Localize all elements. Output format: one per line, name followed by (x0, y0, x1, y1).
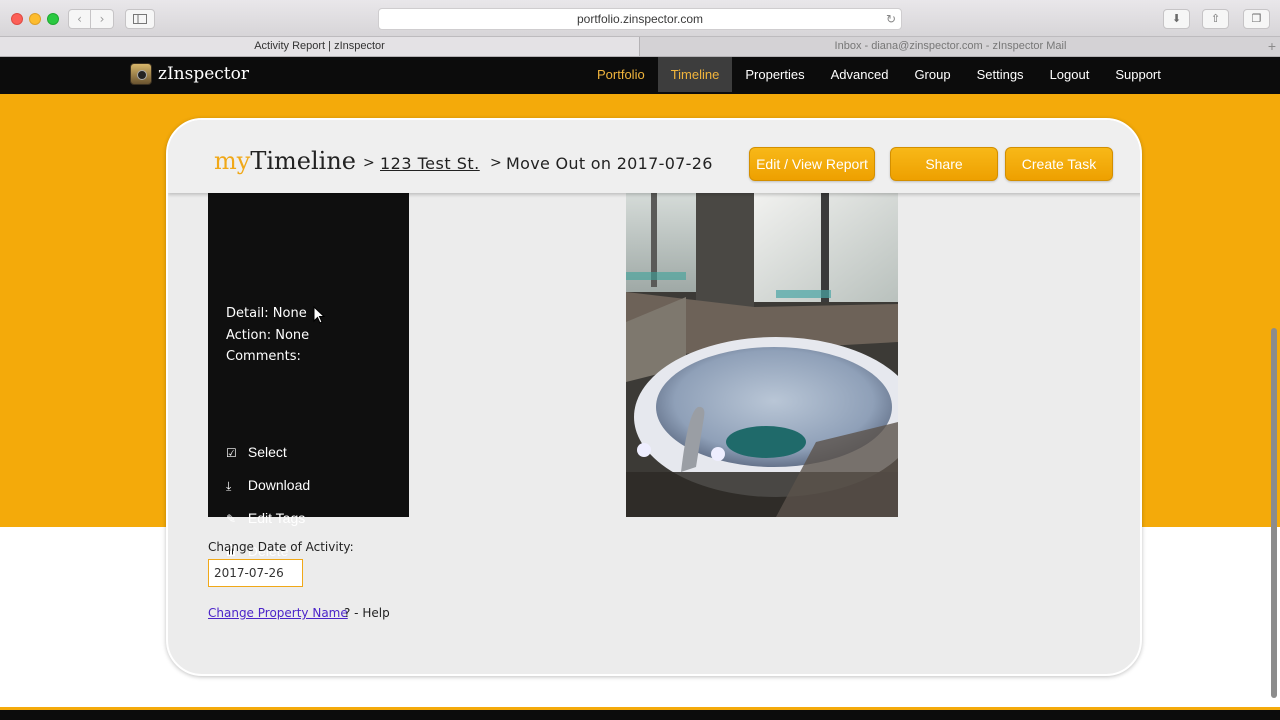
pencil-icon: ✎ (226, 512, 237, 526)
timeline-card: Detail: None Action: None Comments: ☑ Se… (166, 118, 1142, 676)
back-icon[interactable]: ‹ (68, 9, 91, 29)
help-link[interactable]: ? - Help (344, 606, 390, 620)
zoom-window-button[interactable] (47, 13, 59, 25)
url-text: portfolio.zinspector.com (576, 12, 704, 26)
nav-group[interactable]: Group (901, 57, 963, 92)
timeline-header: myTimeline > 123 Test St. > Move Out on … (168, 120, 1140, 193)
activity-info-panel: Detail: None Action: None Comments: ☑ Se… (208, 170, 409, 559)
close-window-button[interactable] (11, 13, 23, 25)
change-property-name-link[interactable]: Change Property Name (208, 606, 348, 620)
activity-photo[interactable] (626, 192, 898, 517)
change-date-label: Change Date of Activity: (208, 540, 354, 554)
breadcrumb-separator: > (363, 155, 375, 171)
edit-tags-action[interactable]: ✎ Edit Tags (226, 508, 305, 528)
site-navbar: zInspector Portfolio Timeline Properties… (0, 57, 1280, 94)
browser-toolbar: ‹ › portfolio.zinspector.com ↻ ⬇ ⇧ ❐ (0, 0, 1280, 37)
mytimeline-brand: myTimeline (214, 147, 356, 175)
reload-icon[interactable]: ↻ (886, 9, 896, 29)
download-label: Download (247, 477, 311, 493)
nav-settings[interactable]: Settings (964, 57, 1037, 92)
comments-text: Comments: (226, 349, 301, 364)
site-logo[interactable]: zInspector (158, 64, 249, 84)
download-action[interactable]: ⤓ Download (226, 475, 310, 495)
detail-text: Detail: None (226, 306, 307, 321)
camera-logo-icon[interactable] (130, 63, 152, 85)
action-text: Action: None (226, 328, 310, 343)
nav-support[interactable]: Support (1102, 57, 1174, 92)
edit-view-report-button[interactable]: Edit / View Report (749, 147, 875, 181)
nav-timeline[interactable]: Timeline (657, 57, 733, 92)
edit-tags-label: Edit Tags (247, 510, 306, 526)
address-bar[interactable]: portfolio.zinspector.com ↻ (378, 8, 902, 30)
create-task-button[interactable]: Create Task (1005, 147, 1113, 181)
nav-logout[interactable]: Logout (1037, 57, 1103, 92)
brand-timeline-text: Timeline (250, 147, 356, 175)
nav-menu: Portfolio Timeline Properties Advanced G… (584, 57, 1174, 94)
share-button[interactable]: Share (890, 147, 998, 181)
downloads-icon[interactable]: ⬇ (1163, 9, 1190, 29)
select-label: Select (247, 444, 287, 460)
share-icon[interactable]: ⇧ (1202, 9, 1229, 29)
breadcrumb-separator: > (490, 155, 502, 171)
footer-bar (0, 707, 1280, 720)
nav-properties[interactable]: Properties (732, 57, 817, 92)
bathtub-photo-image (626, 192, 898, 517)
new-tab-icon[interactable]: + (1268, 37, 1276, 55)
forward-icon[interactable]: › (91, 9, 114, 29)
minimize-window-button[interactable] (29, 13, 41, 25)
nav-portfolio[interactable]: Portfolio (584, 57, 658, 92)
browser-tab-activity-report[interactable]: Activity Report | zInspector (0, 37, 640, 56)
sidebar-toggle-icon[interactable] (125, 9, 155, 29)
browser-tab-strip: Activity Report | zInspector Inbox - dia… (0, 37, 1280, 57)
select-action[interactable]: ☑ Select (226, 442, 287, 462)
nav-advanced[interactable]: Advanced (818, 57, 902, 92)
activity-date-input[interactable]: 2017-07-26 (208, 559, 303, 587)
page-scrollbar[interactable] (1271, 328, 1277, 698)
checkbox-icon: ☑ (226, 446, 237, 460)
download-icon: ⤓ (226, 479, 232, 493)
breadcrumb-property-link[interactable]: 123 Test St. (380, 154, 480, 173)
browser-tab-inbox[interactable]: Inbox - diana@zinspector.com - zInspecto… (641, 37, 1260, 56)
tab-overview-icon[interactable]: ❐ (1243, 9, 1270, 29)
breadcrumb-event-title: Move Out on 2017-07-26 (506, 154, 713, 173)
brand-my-text: my (214, 147, 251, 175)
